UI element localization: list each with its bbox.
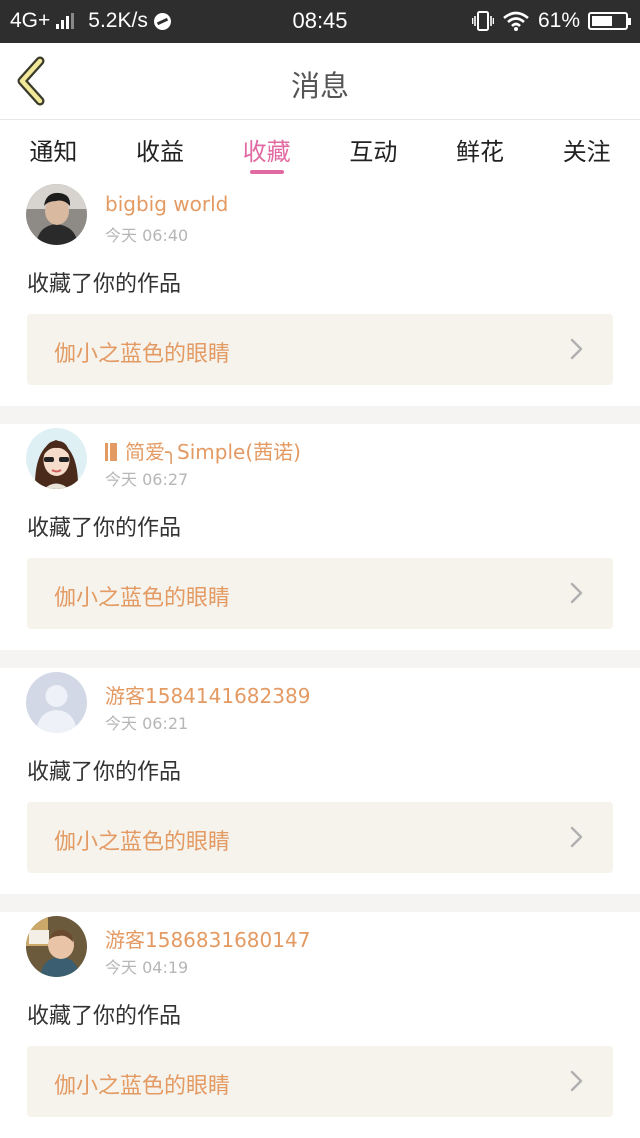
- tab-follows[interactable]: 关注: [533, 120, 640, 180]
- work-title: 伽小之蓝色的眼睛: [54, 830, 231, 855]
- work-link-card[interactable]: 伽小之蓝色的眼睛: [27, 802, 613, 873]
- section-divider: [0, 406, 640, 424]
- work-link-card[interactable]: 伽小之蓝色的眼睛: [27, 314, 613, 385]
- work-title: 伽小之蓝色的眼睛: [54, 342, 231, 367]
- page-title: 消息: [290, 69, 349, 103]
- user-avatar[interactable]: [26, 672, 87, 733]
- username-link[interactable]: 游客1584141682389: [105, 680, 310, 709]
- battery-icon: [588, 12, 631, 30]
- work-title: 伽小之蓝色的眼睛: [54, 586, 231, 611]
- user-avatar[interactable]: [26, 916, 87, 977]
- username-text: 游客1584141682389: [105, 684, 311, 708]
- username-text: bigbig world: [105, 192, 229, 216]
- battery-fill: [592, 16, 612, 26]
- tab-interactions[interactable]: 互动: [320, 120, 427, 180]
- work-link-card[interactable]: 伽小之蓝色的眼睛: [27, 1046, 613, 1117]
- chevron-right-icon: [563, 1068, 589, 1094]
- status-right: 61%: [471, 9, 631, 33]
- section-divider: [0, 894, 640, 912]
- message-text: 收藏了你的作品: [27, 760, 182, 785]
- username-text: 游客1586831680147: [105, 928, 311, 952]
- message-item: 简爱╮Simple(茜诺) 今天 06:27 收藏了你的作品伽小之蓝色的眼睛: [0, 424, 640, 650]
- work-link-card[interactable]: 伽小之蓝色的眼睛: [27, 558, 613, 629]
- chevron-left-icon: [17, 56, 45, 106]
- tab-flowers[interactable]: 鲜花: [427, 120, 534, 180]
- tab-notifications[interactable]: 通知: [0, 120, 107, 180]
- message-text: 收藏了你的作品: [27, 272, 182, 297]
- chevron-right-icon: [563, 824, 589, 850]
- tab-bar: 通知 收益 收藏 互动 鲜花 关注: [0, 120, 640, 180]
- timestamp: 今天 06:27: [105, 470, 189, 489]
- username-link[interactable]: 游客1586831680147: [105, 924, 310, 953]
- status-bar: 4G+ 5.2K/s 08:45 61%: [0, 0, 640, 43]
- message-item: 游客1584141682389 今天 06:21 收藏了你的作品伽小之蓝色的眼睛: [0, 668, 640, 894]
- work-title: 伽小之蓝色的眼睛: [54, 1074, 231, 1099]
- message-list: bigbig world 今天 06:40 收藏了你的作品 伽小之蓝色的眼睛 简爱╮S…: [0, 180, 640, 1138]
- username-link[interactable]: 简爱╮Simple(茜诺): [105, 436, 301, 465]
- back-button[interactable]: [10, 55, 60, 107]
- username-link[interactable]: bigbig world: [105, 192, 228, 216]
- username-text: 简爱╮Simple(茜诺): [125, 440, 301, 464]
- timestamp: 今天 06:40: [105, 226, 189, 245]
- nav-header: 消息: [0, 43, 640, 120]
- vibrate-icon: [471, 11, 494, 31]
- section-divider: [0, 650, 640, 668]
- message-text: 收藏了你的作品: [27, 516, 182, 541]
- timestamp: 今天 04:19: [105, 958, 189, 977]
- chevron-right-icon: [563, 580, 589, 606]
- tab-favorites[interactable]: 收藏: [213, 120, 320, 180]
- chevron-right-icon: [563, 336, 589, 362]
- message-item: bigbig world 今天 06:40 收藏了你的作品伽小之蓝色的眼睛: [0, 180, 640, 406]
- message-item: 游客1586831680147 今天 04:19 收藏了你的作品伽小之蓝色的眼睛: [0, 912, 640, 1138]
- message-text: 收藏了你的作品: [27, 1004, 182, 1029]
- wifi-icon: [503, 11, 529, 31]
- timestamp: 今天 06:21: [105, 714, 189, 733]
- tab-earnings[interactable]: 收益: [107, 120, 214, 180]
- user-avatar[interactable]: [26, 184, 87, 245]
- vip-badge-icon: [105, 440, 125, 464]
- battery-percent: 61%: [537, 9, 580, 32]
- user-avatar[interactable]: [26, 428, 87, 489]
